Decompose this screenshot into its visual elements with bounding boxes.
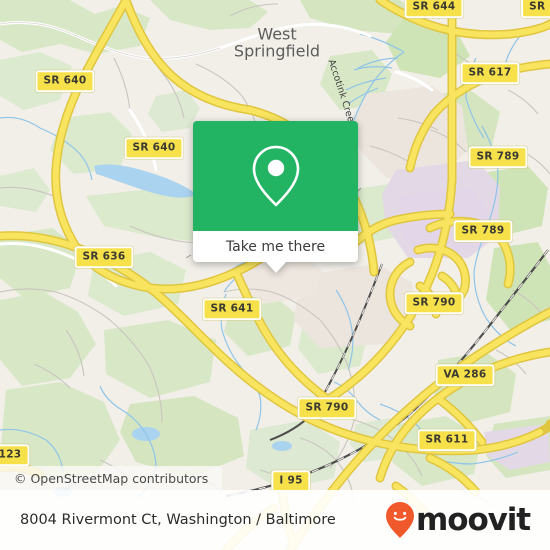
road-shield-sr-789-north[interactable]: SR 789 (468, 146, 528, 168)
address-label: 8004 Rivermont Ct, Washington / Baltimor… (20, 512, 336, 528)
road-shield-sr-644[interactable]: SR 644 (404, 0, 464, 18)
road-shield-sr-617[interactable]: SR 617 (460, 62, 520, 84)
moovit-pin-smiley-icon (386, 502, 415, 538)
road-shield-sr-123[interactable]: 123 (0, 444, 30, 466)
place-label-west-springfield: West Springfield (233, 24, 321, 61)
moovit-logo[interactable]: moovit (385, 501, 531, 539)
map-screenshot: West Springfield Accotink Creek SR 644 S… (0, 0, 550, 550)
road-shield-sr-640-west[interactable]: SR 640 (35, 70, 95, 92)
popup-card-header (193, 121, 358, 231)
road-shield-sr-636[interactable]: SR 636 (74, 246, 134, 268)
take-me-there-button[interactable]: Take me there (193, 231, 358, 262)
road-shield-sr-789-south[interactable]: SR 789 (453, 220, 513, 242)
road-shield-va-286[interactable]: VA 286 (435, 364, 495, 386)
popup-pointer-tail (264, 261, 287, 273)
road-shield-i-95[interactable]: I 95 (271, 470, 311, 492)
take-me-there-label: Take me there (225, 238, 326, 255)
road-shield-sr-6xx-topright[interactable]: SR 6 (521, 0, 550, 18)
attribution-text: © OpenStreetMap contributors (14, 470, 209, 486)
road-shield-sr-790-east[interactable]: SR 790 (404, 292, 464, 314)
moovit-wordmark: moovit (416, 501, 531, 538)
destination-popup-card[interactable]: Take me there (193, 121, 358, 273)
map-pin-icon (252, 145, 299, 207)
openstreetmap-attribution[interactable]: © OpenStreetMap contributors (0, 466, 223, 490)
road-shield-sr-641[interactable]: SR 641 (202, 298, 262, 320)
bottom-info-bar: 8004 Rivermont Ct, Washington / Baltimor… (0, 490, 550, 550)
road-shield-sr-640-mid[interactable]: SR 640 (124, 137, 184, 159)
road-shield-sr-611[interactable]: SR 611 (417, 429, 477, 451)
road-shield-sr-790-south[interactable]: SR 790 (297, 397, 357, 419)
